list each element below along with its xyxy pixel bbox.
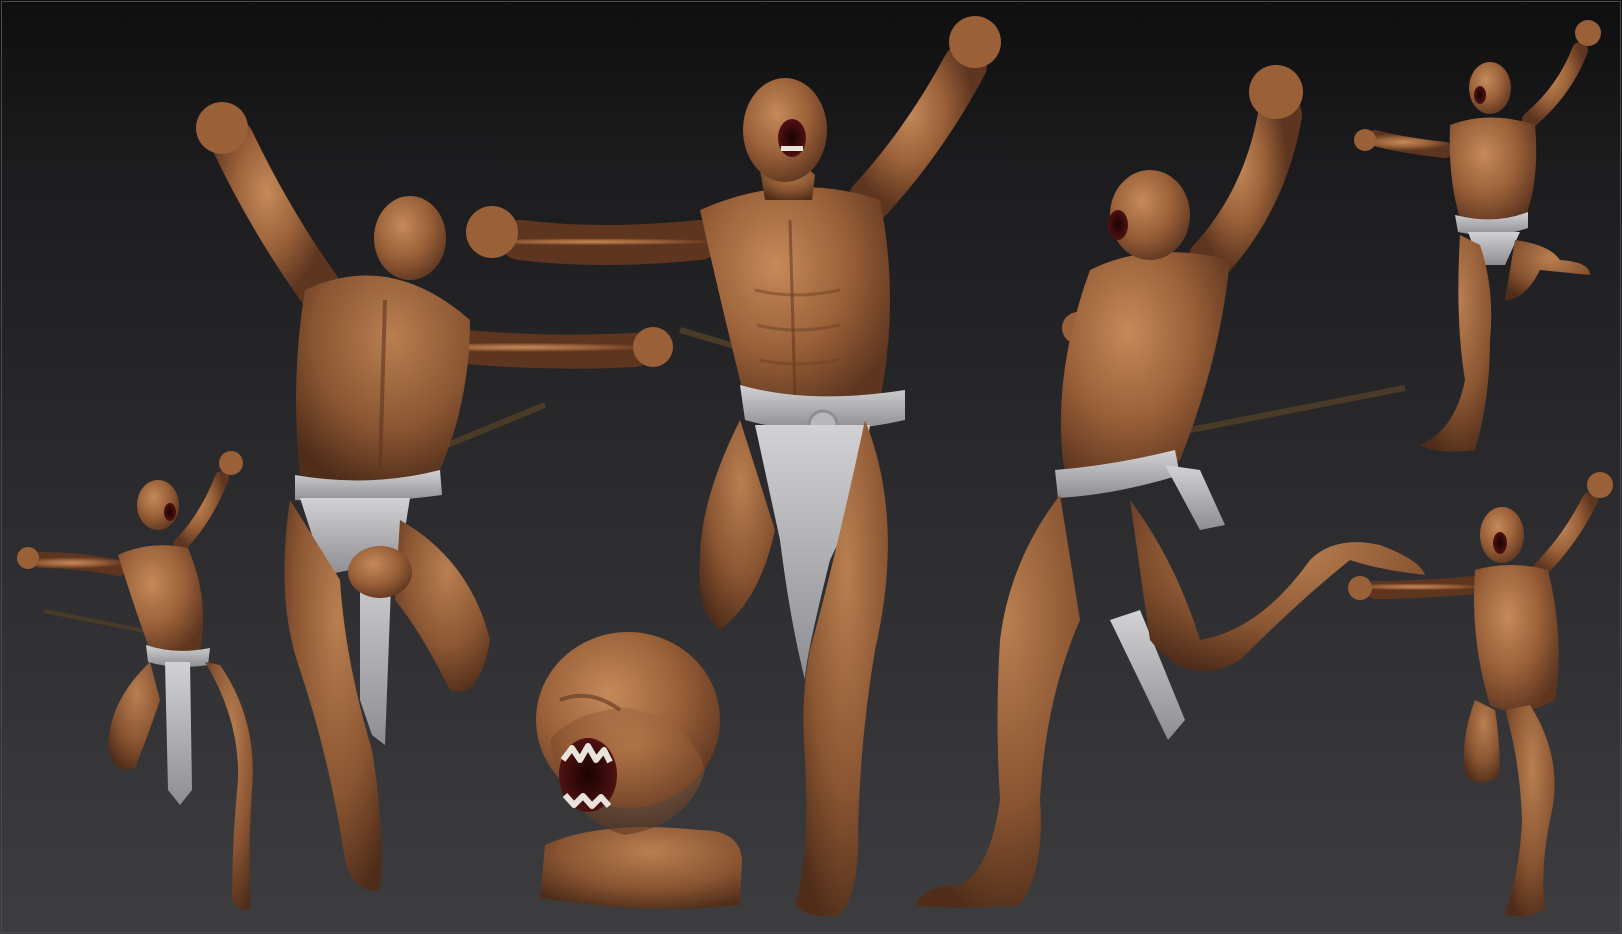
figure-small-front-left xyxy=(17,451,253,910)
figure-center-front xyxy=(466,16,1001,917)
render-viewport xyxy=(0,0,1622,934)
figure-small-top-right xyxy=(1354,20,1601,452)
figure-head-bust xyxy=(536,632,742,909)
figure-small-bottom-right xyxy=(1348,472,1613,917)
render-canvas xyxy=(17,16,1613,917)
screaming-mouth xyxy=(778,119,806,157)
spear xyxy=(1179,385,1406,435)
figure-side-view xyxy=(915,65,1425,908)
